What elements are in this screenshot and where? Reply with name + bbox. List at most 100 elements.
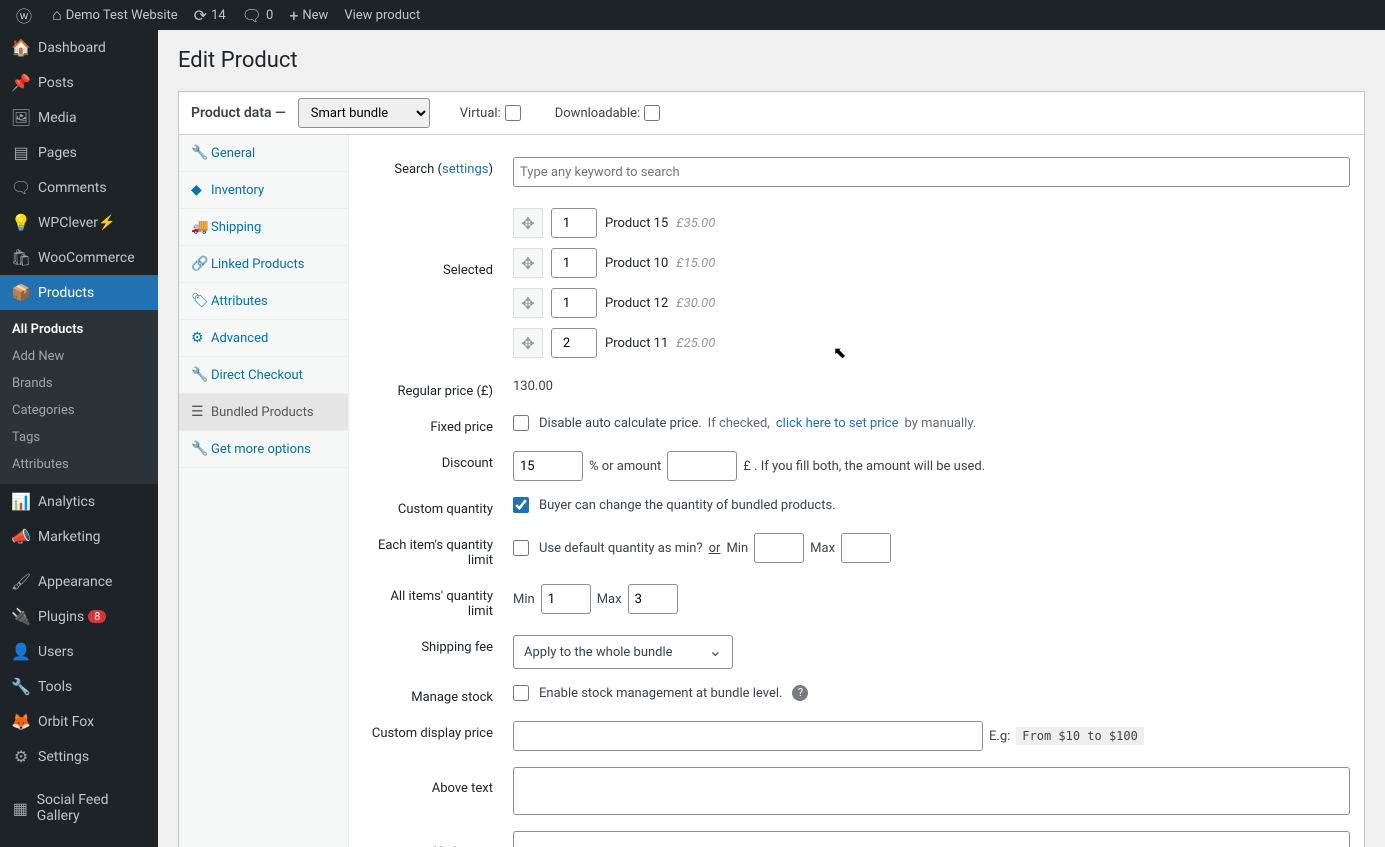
sidebar-sub-add-new[interactable]: Add New [0, 343, 158, 370]
tab-attributes[interactable]: 🏷Attributes [179, 283, 348, 320]
product-data-tabs: 🔧General ◆Inventory 🚚Shipping 🔗Linked Pr… [179, 135, 349, 847]
shipping-fee-select[interactable]: Apply to the whole bundle [513, 635, 733, 669]
sidebar-sub-attributes[interactable]: Attributes [0, 451, 158, 478]
sidebar-item-plugins[interactable]: 🔌Plugins8 [0, 599, 158, 634]
sidebar-item-wpclever[interactable]: 💡WPClever⚡ [0, 205, 158, 240]
sidebar-item-dashboard[interactable]: 🏠Dashboard [0, 30, 158, 65]
wp-logo[interactable]: ⓦ [8, 0, 44, 30]
product-data-metabox: Product data — Smart bundle Virtual: Dow… [178, 91, 1365, 847]
bundled-qty-input[interactable] [551, 248, 597, 278]
sidebar-item-settings[interactable]: ⚙Settings [0, 739, 158, 774]
all-min-input[interactable] [541, 584, 591, 614]
new-link[interactable]: +New [281, 0, 336, 30]
tab-linked-products[interactable]: 🔗Linked Products [179, 246, 348, 283]
sidebar-submenu-products: All Products Add New Brands Categories T… [0, 310, 158, 484]
selected-product-row: ✥ Product 12 £30.00 [513, 283, 1350, 323]
bundled-qty-input[interactable] [551, 328, 597, 358]
admin-sidebar: 🏠Dashboard 📌Posts 🖼Media ▤Pages 🗨Comment… [0, 30, 158, 847]
selected-label: Selected [363, 203, 513, 278]
sidebar-item-comments[interactable]: 🗨Comments [0, 170, 158, 205]
sidebar-item-posts[interactable]: 📌Posts [0, 65, 158, 100]
selected-product-row: ✥ Product 11 £25.00 [513, 323, 1350, 363]
view-product-link[interactable]: View product [336, 0, 428, 30]
each-limit-label: Each item's quantity limit [363, 533, 513, 568]
move-handle-icon[interactable]: ✥ [513, 288, 543, 318]
tab-bundled-products[interactable]: ☰Bundled Products [179, 394, 348, 431]
manage-stock-label: Manage stock [363, 685, 513, 705]
selected-products-list: ✥ Product 15 £35.00 ✥ Product 10 £15.00 ✥ Produ… [513, 203, 1350, 363]
site-link[interactable]: ⌂Demo Test Website [44, 0, 186, 30]
search-settings-link[interactable]: settings [442, 162, 488, 177]
under-text-input[interactable] [513, 831, 1350, 847]
sidebar-item-media[interactable]: 🖼Media [0, 100, 158, 135]
downloadable-checkbox[interactable] [644, 105, 660, 121]
bundled-product-name: Product 15 [605, 216, 668, 231]
discount-label: Discount [363, 451, 513, 471]
sidebar-item-products[interactable]: 📦Products [0, 275, 158, 310]
fixed-price-checkbox[interactable] [513, 415, 529, 431]
above-text-label: Above text [363, 767, 513, 796]
downloadable-checkbox-label[interactable]: Downloadable: [555, 105, 664, 121]
bundled-product-name: Product 11 [605, 336, 668, 351]
all-max-input[interactable] [628, 584, 678, 614]
custom-display-price-input[interactable] [513, 721, 983, 751]
sidebar-item-analytics[interactable]: 📊Analytics [0, 484, 158, 519]
sidebar-item-marketing[interactable]: 📣Marketing [0, 519, 158, 554]
sidebar-item-social-feed[interactable]: ▦Social Feed Gallery [0, 784, 158, 832]
sidebar-item-users[interactable]: 👤Users [0, 634, 158, 669]
discount-amount-input[interactable] [667, 451, 737, 481]
discount-percent-input[interactable] [513, 451, 583, 481]
product-search-input[interactable] [513, 157, 1350, 187]
search-label: Search (settings) [363, 157, 513, 177]
sidebar-item-appearance[interactable]: 🖌Appearance [0, 564, 158, 599]
custom-qty-checkbox[interactable] [513, 497, 529, 513]
sidebar-item-woocommerce[interactable]: 🛍WooCommerce [0, 240, 158, 275]
selected-product-row: ✥ Product 15 £35.00 [513, 203, 1350, 243]
above-text-input[interactable] [513, 767, 1350, 815]
tab-shipping[interactable]: 🚚Shipping [179, 209, 348, 246]
bundled-product-price: £25.00 [676, 336, 715, 351]
each-min-input[interactable] [754, 533, 804, 563]
virtual-checkbox-label[interactable]: Virtual: [460, 105, 525, 121]
main-content: Edit Product Product data — Smart bundle… [158, 30, 1385, 847]
product-data-label: Product data — [191, 105, 286, 121]
manage-stock-checkbox[interactable] [513, 685, 529, 701]
bundled-product-name: Product 12 [605, 296, 668, 311]
regular-price-value: 130.00 [513, 379, 1350, 394]
shipping-fee-label: Shipping fee [363, 635, 513, 655]
tab-direct-checkout[interactable]: 🔧Direct Checkout [179, 357, 348, 394]
fixed-price-label: Fixed price [363, 415, 513, 435]
move-handle-icon[interactable]: ✥ [513, 208, 543, 238]
use-default-min-checkbox[interactable] [513, 540, 529, 556]
tab-general[interactable]: 🔧General [179, 135, 348, 172]
product-type-select[interactable]: Smart bundle [298, 98, 430, 128]
virtual-checkbox[interactable] [505, 105, 521, 121]
tab-get-more[interactable]: 🔧Get more options [179, 431, 348, 468]
sidebar-item-pages[interactable]: ▤Pages [0, 135, 158, 170]
bundled-product-price: £15.00 [676, 256, 715, 271]
sidebar-sub-brands[interactable]: Brands [0, 370, 158, 397]
move-handle-icon[interactable]: ✥ [513, 248, 543, 278]
bundled-product-name: Product 10 [605, 256, 668, 271]
sidebar-sub-categories[interactable]: Categories [0, 397, 158, 424]
bundled-qty-input[interactable] [551, 208, 597, 238]
tab-inventory[interactable]: ◆Inventory [179, 172, 348, 209]
sidebar-item-orbit-fox[interactable]: 🦊Orbit Fox [0, 704, 158, 739]
updates-link[interactable]: ⟳14 [186, 0, 234, 30]
bundled-qty-input[interactable] [551, 288, 597, 318]
bundled-product-price: £30.00 [676, 296, 715, 311]
use-default-min-label: Use default quantity as min? [539, 541, 703, 556]
sidebar-sub-tags[interactable]: Tags [0, 424, 158, 451]
tab-advanced[interactable]: ⚙Advanced [179, 320, 348, 357]
help-icon[interactable]: ? [792, 685, 808, 701]
custom-display-example: From $10 to $100 [1016, 727, 1144, 745]
each-max-input[interactable] [841, 533, 891, 563]
page-title: Edit Product [158, 30, 1385, 91]
comments-link[interactable]: 🗨0 [234, 0, 282, 30]
move-handle-icon[interactable]: ✥ [513, 328, 543, 358]
custom-qty-checkbox-label: Buyer can change the quantity of bundled… [539, 498, 836, 513]
set-price-link[interactable]: click here to set price [776, 416, 899, 431]
sidebar-item-tools[interactable]: 🔧Tools [0, 669, 158, 704]
sidebar-sub-all-products[interactable]: All Products [0, 316, 158, 343]
bundled-product-price: £35.00 [676, 216, 715, 231]
